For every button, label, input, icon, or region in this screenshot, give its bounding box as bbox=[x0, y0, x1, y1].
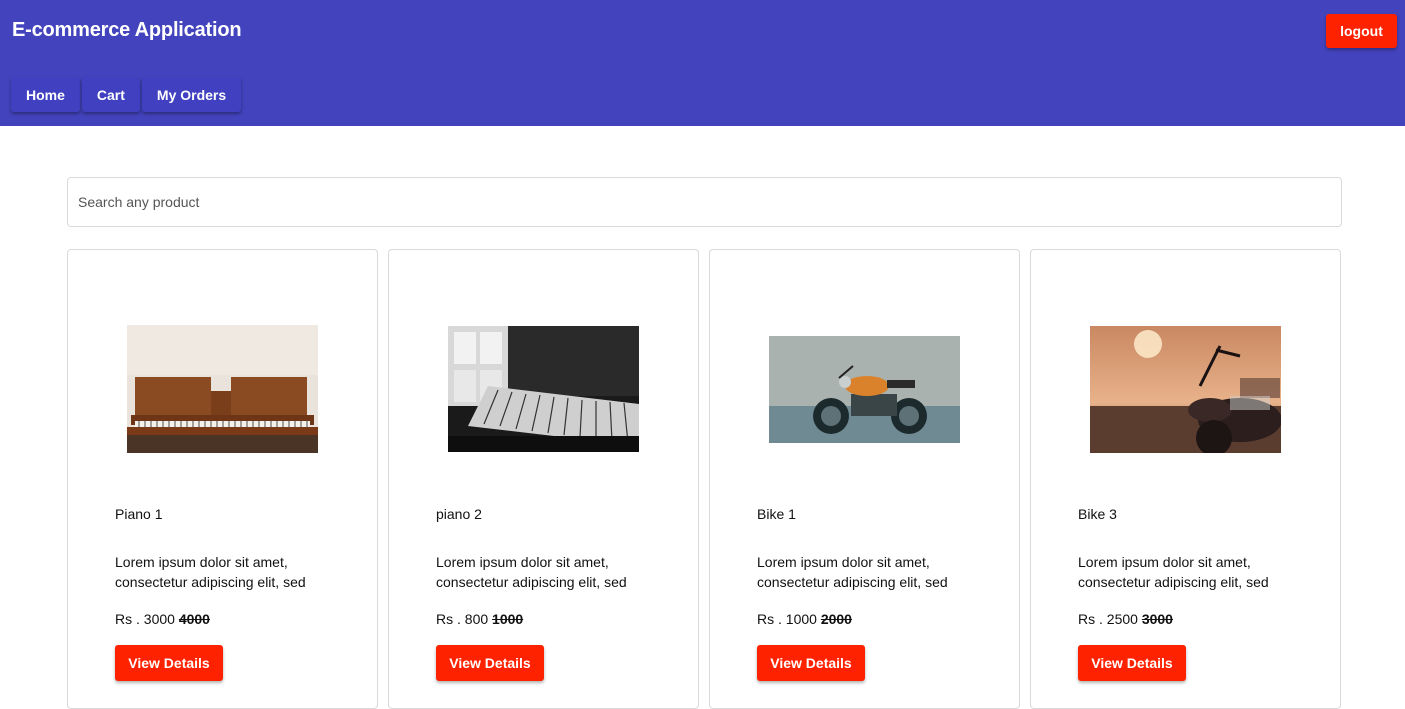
price-prefix: Rs . bbox=[1078, 611, 1107, 627]
price-original: 1000 bbox=[492, 611, 524, 627]
product-price: Rs . 800 1000 bbox=[436, 611, 523, 627]
product-name: Bike 3 bbox=[1078, 506, 1117, 522]
app-title: E-commerce Application bbox=[12, 19, 242, 41]
nav-home-button[interactable]: Home bbox=[11, 77, 80, 112]
product-image-piano-keys bbox=[448, 326, 639, 452]
product-price: Rs . 3000 4000 bbox=[115, 611, 210, 627]
price-current: 2500 bbox=[1106, 611, 1138, 627]
view-details-button[interactable]: View Details bbox=[1078, 645, 1186, 681]
product-description: Lorem ipsum dolor sit amet, consectetur … bbox=[115, 554, 306, 590]
view-details-button[interactable]: View Details bbox=[115, 645, 223, 681]
product-image-motorcycle bbox=[769, 336, 960, 443]
product-description: Lorem ipsum dolor sit amet, consectetur … bbox=[1078, 554, 1269, 590]
product-grid: Piano 1 Lorem ipsum dolor sit amet, cons… bbox=[67, 249, 1341, 709]
search-input[interactable] bbox=[67, 177, 1342, 227]
product-name: piano 2 bbox=[436, 506, 482, 522]
price-current: 3000 bbox=[143, 611, 175, 627]
price-prefix: Rs . bbox=[115, 611, 144, 627]
view-details-button[interactable]: View Details bbox=[436, 645, 544, 681]
app-bar: E-commerce Application logout Home Cart … bbox=[0, 0, 1405, 126]
price-current: 1000 bbox=[785, 611, 817, 627]
product-image-motorcycle-sunset bbox=[1090, 326, 1281, 453]
product-name: Piano 1 bbox=[115, 506, 163, 522]
product-name: Bike 1 bbox=[757, 506, 796, 522]
product-card: Bike 1 Lorem ipsum dolor sit amet, conse… bbox=[709, 249, 1020, 709]
price-original: 2000 bbox=[820, 611, 852, 627]
price-prefix: Rs . bbox=[436, 611, 465, 627]
product-description: Lorem ipsum dolor sit amet, consectetur … bbox=[757, 554, 948, 590]
main-nav: Home Cart My Orders bbox=[11, 77, 242, 112]
view-details-button[interactable]: View Details bbox=[757, 645, 865, 681]
product-price: Rs . 2500 3000 bbox=[1078, 611, 1173, 627]
product-card: Bike 3 Lorem ipsum dolor sit amet, conse… bbox=[1030, 249, 1341, 709]
price-original: 4000 bbox=[178, 611, 210, 627]
nav-cart-button[interactable]: Cart bbox=[81, 77, 140, 112]
product-image-piano bbox=[127, 325, 318, 453]
product-card: piano 2 Lorem ipsum dolor sit amet, cons… bbox=[388, 249, 699, 709]
logout-button[interactable]: logout bbox=[1326, 14, 1397, 48]
price-current: 800 bbox=[464, 611, 489, 627]
product-card: Piano 1 Lorem ipsum dolor sit amet, cons… bbox=[67, 249, 378, 709]
price-original: 3000 bbox=[1141, 611, 1173, 627]
price-prefix: Rs . bbox=[757, 611, 786, 627]
product-description: Lorem ipsum dolor sit amet, consectetur … bbox=[436, 554, 627, 590]
nav-my-orders-button[interactable]: My Orders bbox=[141, 77, 242, 112]
product-price: Rs . 1000 2000 bbox=[757, 611, 852, 627]
